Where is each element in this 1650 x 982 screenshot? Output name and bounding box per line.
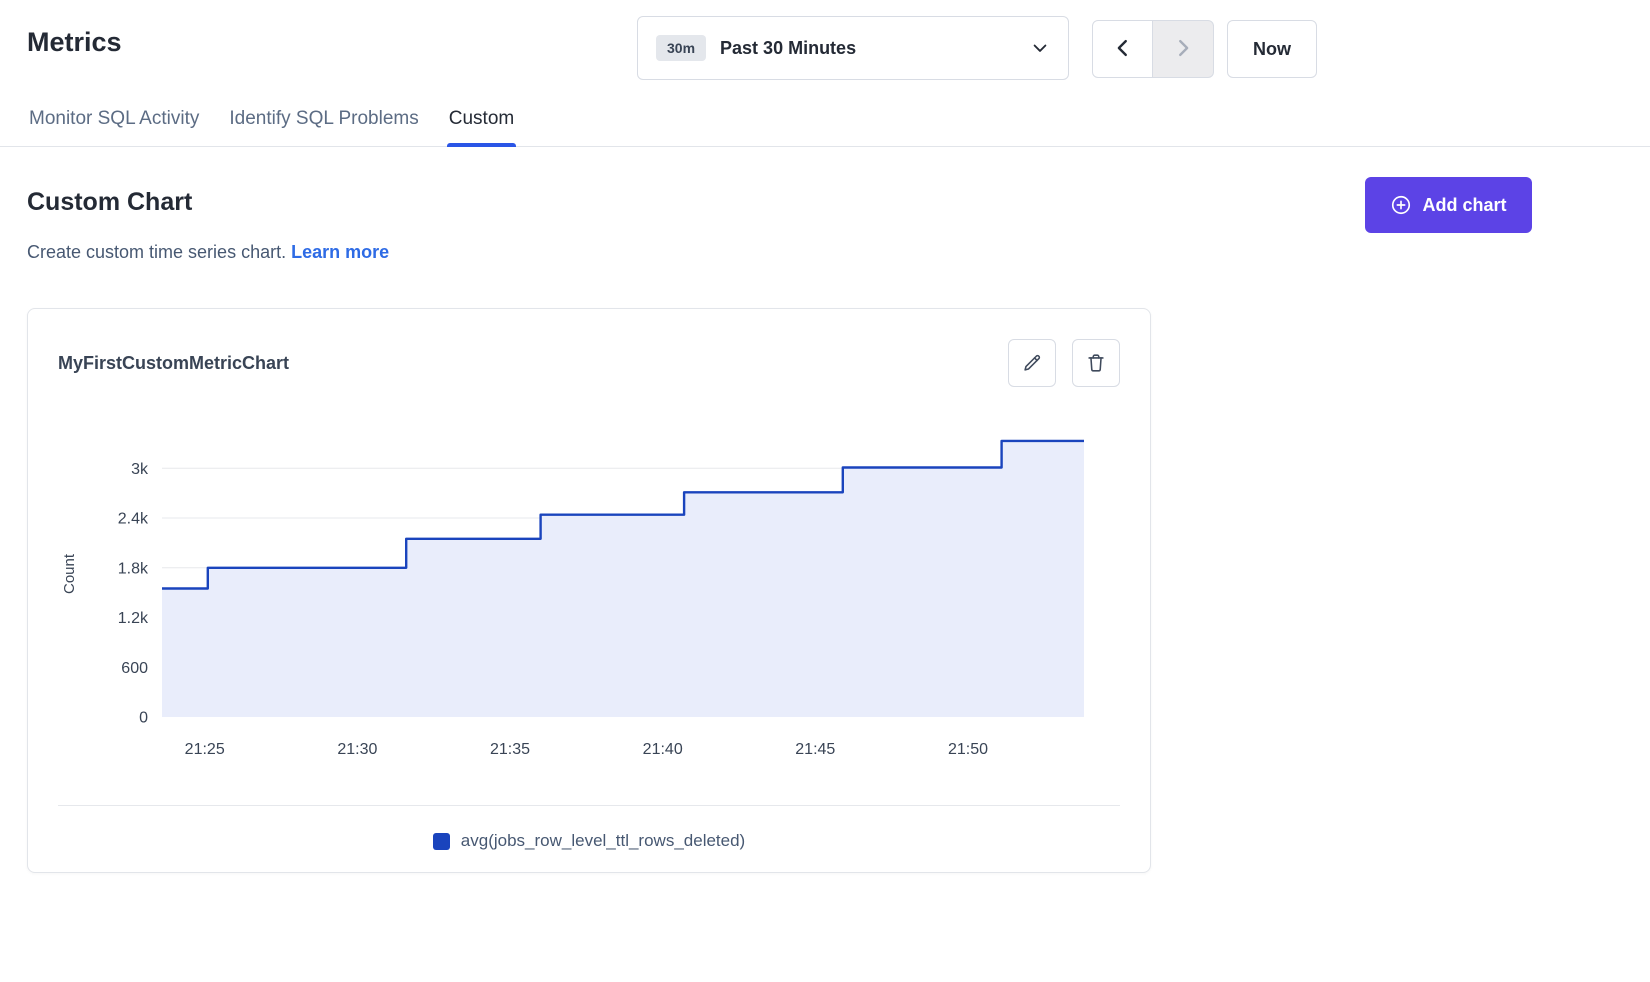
plus-circle-icon — [1390, 194, 1412, 216]
pencil-icon — [1021, 352, 1043, 374]
time-range-badge: 30m — [656, 35, 706, 61]
trash-icon — [1085, 352, 1107, 374]
edit-chart-button[interactable] — [1008, 339, 1056, 387]
svg-text:21:35: 21:35 — [490, 741, 530, 758]
chevron-right-icon — [1172, 37, 1194, 62]
svg-text:21:50: 21:50 — [948, 741, 988, 758]
svg-text:1.2k: 1.2k — [118, 610, 149, 627]
chart-card-actions — [1008, 339, 1120, 387]
learn-more-link[interactable]: Learn more — [291, 242, 389, 262]
section-description: Create custom time series chart. Learn m… — [27, 242, 389, 263]
chevron-left-icon — [1112, 37, 1134, 62]
add-chart-label: Add chart — [1422, 195, 1506, 216]
svg-text:21:30: 21:30 — [337, 741, 377, 758]
delete-chart-button[interactable] — [1072, 339, 1120, 387]
chart-card-header: MyFirstCustomMetricChart — [28, 309, 1150, 387]
legend-divider — [58, 805, 1120, 806]
svg-text:1.8k: 1.8k — [118, 560, 149, 577]
section-description-text: Create custom time series chart. — [27, 242, 286, 262]
svg-text:2.4k: 2.4k — [118, 511, 149, 528]
chevron-down-icon — [1030, 38, 1050, 58]
svg-text:21:25: 21:25 — [185, 741, 225, 758]
svg-text:21:45: 21:45 — [795, 741, 835, 758]
legend-swatch — [433, 833, 450, 850]
svg-text:Count: Count — [61, 553, 78, 594]
time-range-select[interactable]: 30m Past 30 Minutes — [637, 16, 1069, 80]
add-chart-button[interactable]: Add chart — [1365, 177, 1532, 233]
time-prev-button[interactable] — [1092, 20, 1153, 78]
metrics-tabs: Monitor SQL Activity Identify SQL Proble… — [0, 100, 1650, 147]
time-next-button[interactable] — [1153, 20, 1214, 78]
chart-legend[interactable]: avg(jobs_row_level_ttl_rows_deleted) — [28, 831, 1150, 851]
tab-custom[interactable]: Custom — [447, 100, 516, 146]
time-nav-group — [1092, 20, 1214, 78]
svg-text:21:40: 21:40 — [643, 741, 683, 758]
page-title: Metrics — [27, 27, 122, 58]
chart-title: MyFirstCustomMetricChart — [58, 353, 289, 374]
section-title: Custom Chart — [27, 188, 192, 217]
metrics-page: Metrics 30m Past 30 Minutes Now Monitor … — [0, 0, 1650, 982]
now-button[interactable]: Now — [1227, 20, 1317, 78]
svg-text:600: 600 — [121, 660, 148, 677]
legend-label: avg(jobs_row_level_ttl_rows_deleted) — [461, 831, 745, 851]
tab-monitor-sql-activity[interactable]: Monitor SQL Activity — [27, 100, 201, 146]
svg-text:0: 0 — [139, 710, 148, 727]
custom-metric-chart[interactable]: 0 600 1.2k 1.8k 2.4k 3k 21:25 21:30 21:35 21:40 21… — [58, 421, 1098, 771]
custom-chart-card: MyFirstCustomMetricChart — [27, 308, 1151, 873]
svg-text:3k: 3k — [131, 461, 149, 478]
chart-area: 0 600 1.2k 1.8k 2.4k 3k 21:25 21:30 21:35 21:40 21… — [28, 421, 1150, 771]
time-range-label: Past 30 Minutes — [720, 38, 856, 59]
tab-identify-sql-problems[interactable]: Identify SQL Problems — [227, 100, 420, 146]
